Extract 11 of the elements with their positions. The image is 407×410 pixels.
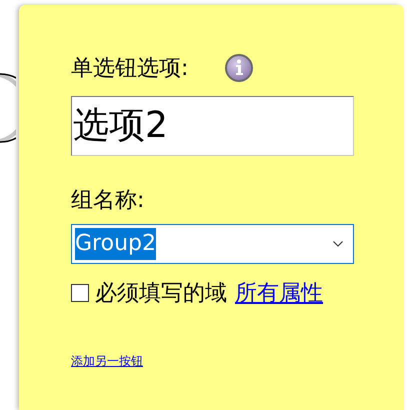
chevron-down-icon[interactable]	[333, 241, 343, 247]
checkbox-label: 必须填写的域	[95, 280, 227, 308]
checkbox[interactable]	[71, 284, 89, 302]
properties-link[interactable]: 所有属性	[235, 278, 323, 308]
field-label: 单选钮选项:	[71, 55, 188, 83]
option-input-field[interactable]: 选项2	[71, 96, 354, 156]
group-dropdown[interactable]: Group2	[71, 224, 354, 264]
circle-shape	[0, 73, 16, 143]
info-icon[interactable]	[224, 53, 254, 83]
group-label: 组名称:	[71, 187, 144, 215]
add-button-link[interactable]: 添加另一按钮	[71, 353, 143, 370]
